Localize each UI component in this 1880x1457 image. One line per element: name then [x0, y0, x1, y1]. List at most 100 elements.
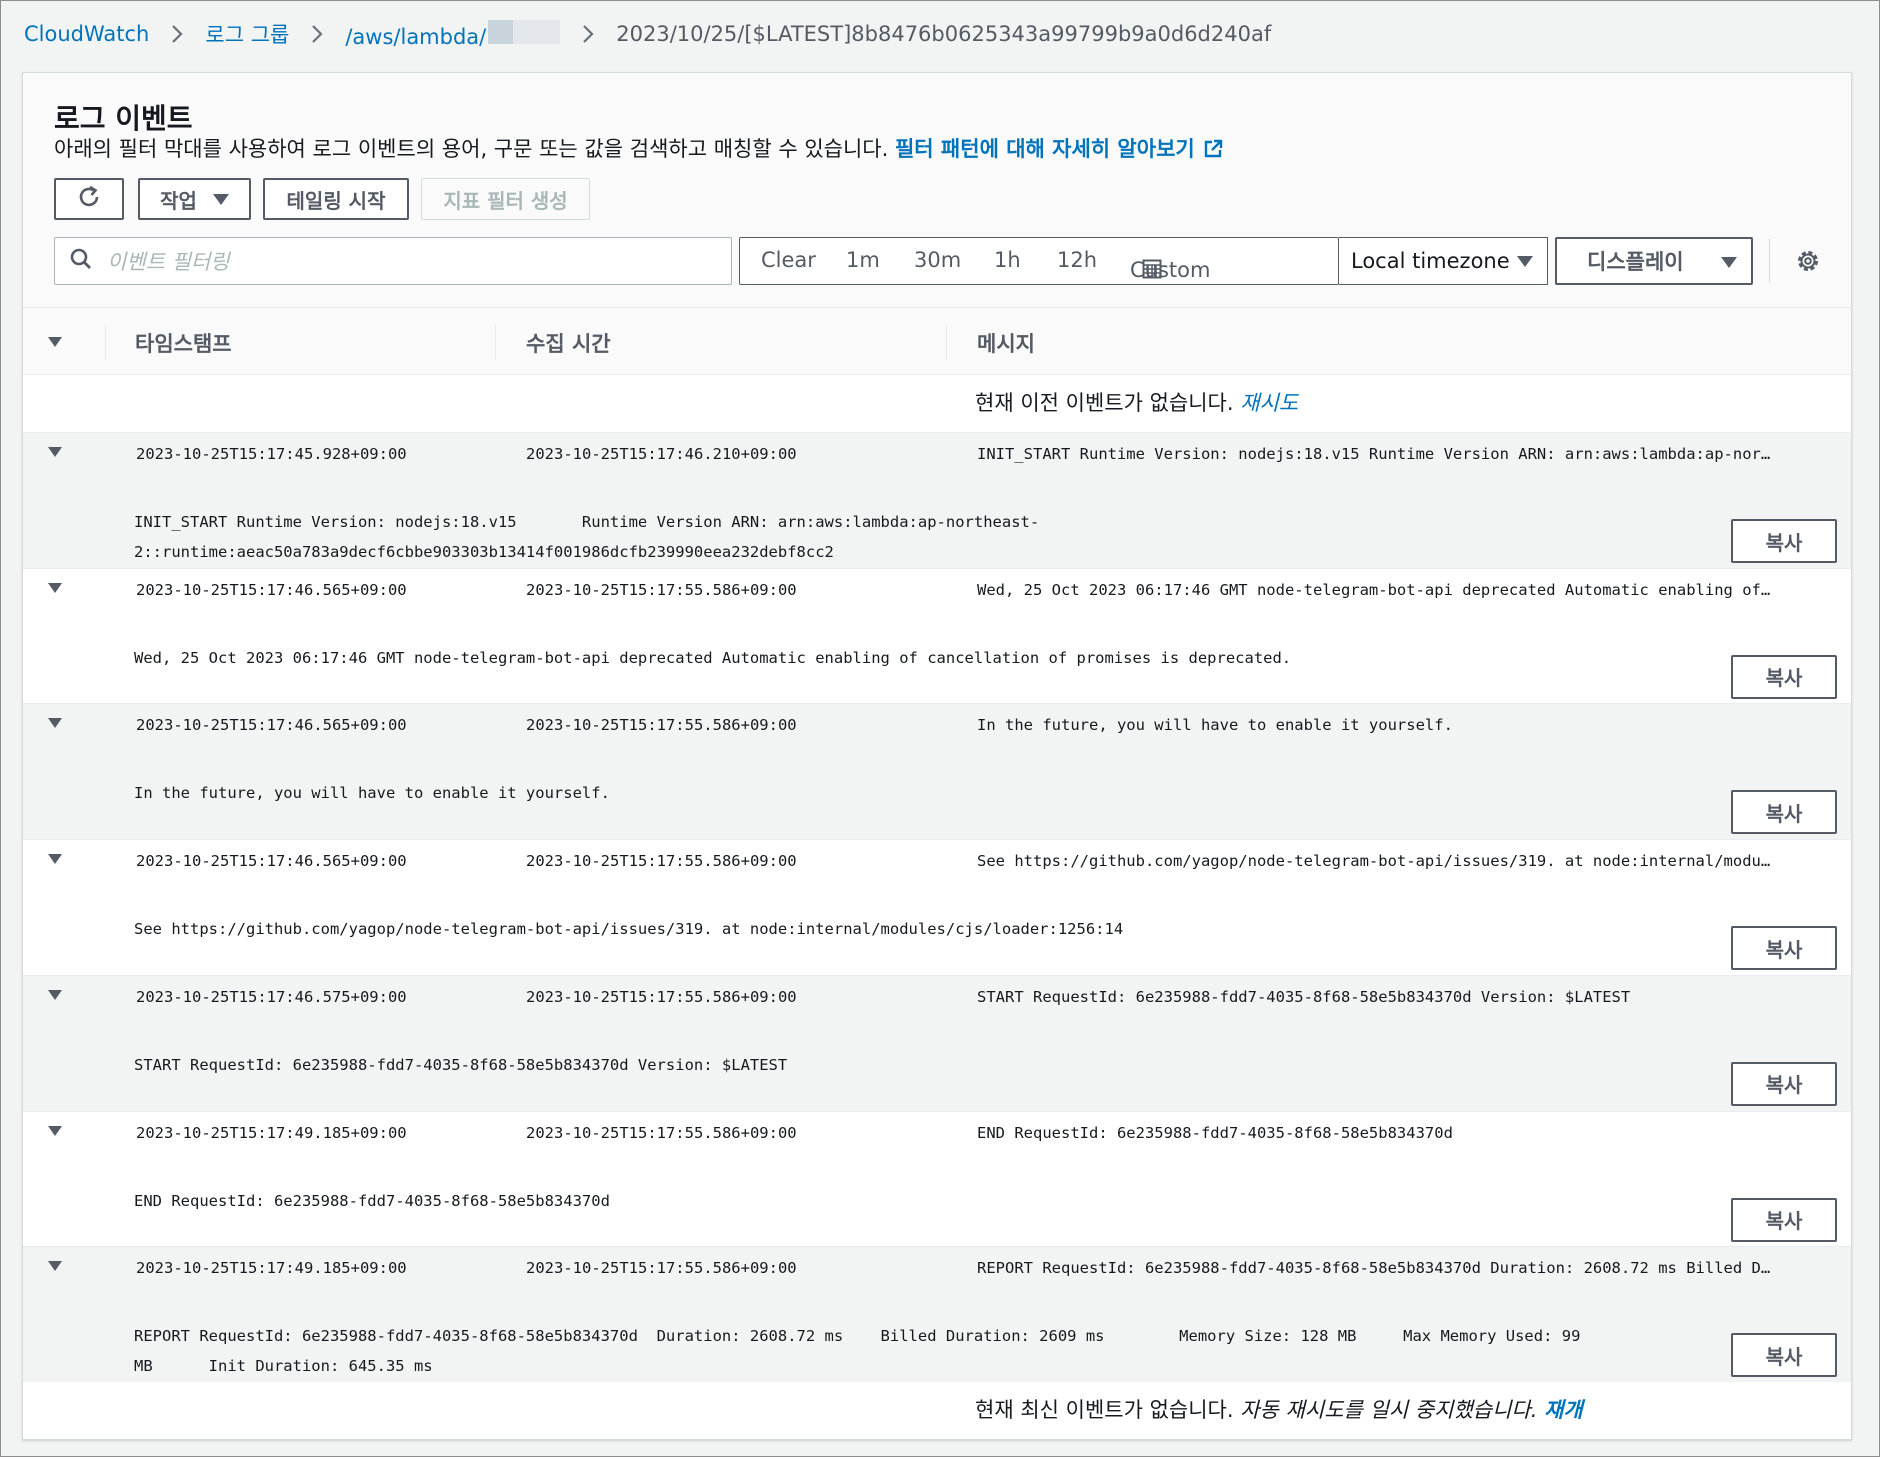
refresh-button[interactable]	[54, 178, 124, 220]
table-row[interactable]: 2023-10-25T15:17:49.185+09:00 2023-10-25T…	[23, 1110, 1851, 1247]
column-divider	[946, 324, 947, 360]
copy-label: 복사	[1765, 1209, 1803, 1233]
row-message: In the future, you will have to enable i…	[977, 716, 1453, 735]
table-row[interactable]: 2023-10-25T15:17:46.575+09:00 2023-10-25T…	[23, 974, 1851, 1111]
table-row[interactable]: 2023-10-25T15:17:46.565+09:00 2023-10-25T…	[23, 703, 1851, 840]
row-message: See https://github.com/yagop/node-telegr…	[977, 852, 1771, 871]
row-ingestion-time: 2023-10-25T15:17:55.586+09:00	[526, 580, 797, 599]
row-timestamp: 2023-10-25T15:17:49.185+09:00	[136, 1123, 407, 1142]
expand-caret-icon[interactable]	[48, 989, 62, 1000]
row-detail: END RequestId: 6e235988-fdd7-4035-8f68-5…	[134, 1191, 610, 1210]
chevron-right-icon	[582, 24, 594, 44]
row-message: Wed, 25 Oct 2023 06:17:46 GMT node-teleg…	[977, 580, 1771, 599]
copy-button[interactable]: 복사	[1731, 790, 1837, 835]
learn-more-label: 필터 패턴에 대해 자세히 알아보기	[894, 137, 1195, 161]
row-ingestion-time: 2023-10-25T15:17:46.210+09:00	[526, 445, 797, 463]
row-detail: REPORT RequestId: 6e235988-fdd7-4035-8f6…	[134, 1327, 1581, 1376]
copy-label: 복사	[1765, 1344, 1803, 1369]
display-dropdown[interactable]: 디스플레이	[1555, 237, 1753, 285]
row-ingestion-time: 2023-10-25T15:17:55.586+09:00	[526, 716, 797, 735]
row-detail: START RequestId: 6e235988-fdd7-4035-8f68…	[134, 1055, 788, 1074]
column-ingestion-time[interactable]: 수집 시간	[526, 328, 611, 358]
gear-icon[interactable]	[1794, 247, 1822, 279]
range-12h[interactable]: 12h	[1057, 248, 1097, 272]
breadcrumb-current-stream: 2023/10/25/[$LATEST]8b8476b0625343a99799…	[616, 22, 1272, 46]
caret-down-icon	[212, 193, 229, 205]
actions-label: 작업	[160, 188, 197, 213]
expand-caret-icon[interactable]	[48, 1125, 62, 1136]
caret-down-icon	[1721, 257, 1737, 268]
copy-button[interactable]: 복사	[1731, 926, 1837, 971]
row-timestamp: 2023-10-25T15:17:45.928+09:00	[136, 445, 407, 463]
copy-label: 복사	[1765, 530, 1803, 555]
redacted-block	[488, 19, 561, 44]
row-ingestion-time: 2023-10-25T15:17:55.586+09:00	[526, 987, 797, 1006]
row-message: INIT_START Runtime Version: nodejs:18.v1…	[977, 445, 1771, 463]
row-detail: INIT_START Runtime Version: nodejs:18.v1…	[134, 513, 1040, 561]
caret-down-icon[interactable]	[48, 337, 62, 347]
row-message: END RequestId: 6e235988-fdd7-4035-8f68-5…	[977, 1123, 1453, 1142]
search-icon	[55, 247, 93, 275]
start-tailing-button[interactable]: 테일링 시작	[263, 178, 409, 220]
expand-caret-icon[interactable]	[48, 447, 62, 457]
table-row[interactable]: 2023-10-25T15:17:49.185+09:00 2023-10-25T…	[23, 1246, 1851, 1383]
create-metric-filter-button[interactable]: 지표 필터 생성	[421, 178, 590, 220]
row-timestamp: 2023-10-25T15:17:46.565+09:00	[136, 580, 407, 599]
no-newer-events-notice: 현재 최신 이벤트가 없습니다. 자동 재시도를 일시 중지했습니다. 재개	[975, 1394, 1583, 1424]
table-row[interactable]: 2023-10-25T15:17:46.565+09:00 2023-10-25T…	[23, 567, 1851, 704]
copy-button[interactable]: 복사	[1731, 654, 1837, 699]
expand-caret-icon[interactable]	[48, 854, 62, 865]
table-row[interactable]: 2023-10-25T15:17:46.565+09:00 2023-10-25T…	[23, 839, 1851, 975]
notice-paused-text: 자동 재시도를 일시 중지했습니다.	[1240, 1398, 1538, 1422]
panel-description: 아래의 필터 막대를 사용하여 로그 이벤트의 용어, 구문 또는 값을 검색하…	[54, 133, 1223, 164]
resume-link[interactable]: 재개	[1544, 1398, 1583, 1422]
breadcrumb-log-group-label: /aws/lambda/	[345, 24, 487, 49]
refresh-icon	[76, 184, 102, 215]
breadcrumb-log-groups[interactable]: 로그 그룹	[205, 19, 289, 49]
table-header: 타임스탬프 수집 시간 메시지	[23, 307, 1851, 375]
copy-label: 복사	[1765, 666, 1803, 691]
breadcrumb-cloudwatch[interactable]: CloudWatch	[24, 22, 149, 46]
timezone-select[interactable]: Local timezone	[1339, 237, 1548, 285]
chevron-right-icon	[311, 24, 323, 44]
metric-filter-label: 지표 필터 생성	[443, 188, 568, 213]
toolbar-divider	[1769, 239, 1770, 283]
range-custom[interactable]: Custom	[1130, 248, 1210, 282]
event-filter-search[interactable]: 이벤트 필터링	[54, 237, 732, 285]
row-timestamp: 2023-10-25T15:17:46.565+09:00	[136, 852, 407, 871]
copy-button[interactable]: 복사	[1731, 1061, 1837, 1106]
copy-button[interactable]: 복사	[1731, 519, 1837, 563]
display-label: 디스플레이	[1587, 250, 1684, 274]
start-tailing-label: 테일링 시작	[286, 188, 386, 213]
breadcrumb: CloudWatch 로그 그룹 /aws/lambda/ 2023/10/25…	[24, 16, 1271, 52]
retry-link[interactable]: 재시도	[1240, 391, 1298, 415]
breadcrumb-log-group[interactable]: /aws/lambda/	[345, 19, 561, 49]
range-clear[interactable]: Clear	[761, 248, 816, 272]
log-events-panel: 로그 이벤트 아래의 필터 막대를 사용하여 로그 이벤트의 용어, 구문 또는…	[22, 72, 1852, 1440]
copy-label: 복사	[1765, 801, 1803, 826]
row-ingestion-time: 2023-10-25T15:17:55.586+09:00	[526, 1123, 797, 1142]
expand-caret-icon[interactable]	[48, 718, 62, 729]
table-row[interactable]: 2023-10-25T15:17:45.928+09:00 2023-10-25T…	[23, 432, 1851, 568]
expand-caret-icon[interactable]	[48, 582, 62, 593]
external-link-icon	[1203, 139, 1223, 164]
row-ingestion-time: 2023-10-25T15:17:55.586+09:00	[526, 852, 797, 871]
row-timestamp: 2023-10-25T15:17:46.565+09:00	[136, 716, 407, 735]
row-detail: See https://github.com/yagop/node-telegr…	[134, 920, 1124, 939]
copy-button[interactable]: 복사	[1731, 1333, 1837, 1378]
learn-more-link[interactable]: 필터 패턴에 대해 자세히 알아보기	[895, 137, 1223, 161]
copy-button[interactable]: 복사	[1731, 1197, 1837, 1242]
column-timestamp[interactable]: 타임스탬프	[135, 328, 232, 358]
search-placeholder: 이벤트 필터링	[107, 250, 230, 274]
range-1m[interactable]: 1m	[846, 248, 880, 272]
timezone-label: Local timezone	[1351, 249, 1510, 273]
actions-button[interactable]: 작업	[138, 178, 251, 220]
column-message[interactable]: 메시지	[977, 328, 1035, 358]
expand-caret-icon[interactable]	[48, 1261, 62, 1272]
range-30m[interactable]: 30m	[914, 248, 961, 272]
copy-label: 복사	[1765, 937, 1803, 962]
row-message: START RequestId: 6e235988-fdd7-4035-8f68…	[977, 987, 1631, 1006]
row-timestamp: 2023-10-25T15:17:49.185+09:00	[136, 1259, 407, 1278]
range-1h[interactable]: 1h	[994, 248, 1021, 272]
row-timestamp: 2023-10-25T15:17:46.575+09:00	[136, 987, 407, 1006]
